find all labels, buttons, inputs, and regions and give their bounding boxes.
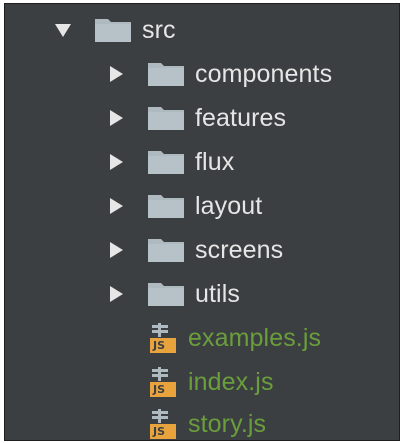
tree-folder-utils[interactable]: utils	[106, 272, 240, 316]
folder-icon	[148, 106, 184, 130]
tree-folder-screens[interactable]: screens	[106, 228, 283, 272]
tree-file-examples-js[interactable]: JS examples.js	[150, 316, 321, 360]
chevron-right-icon[interactable]	[106, 108, 126, 128]
js-file-icon: JS	[150, 409, 178, 439]
folder-icon	[148, 238, 184, 262]
folder-icon	[148, 282, 184, 306]
tree-file-label: index.js	[188, 367, 274, 396]
tree-folder-label: screens	[195, 235, 284, 264]
tree-file-index-js[interactable]: JS index.js	[150, 360, 274, 404]
tree-folder-label: features	[195, 103, 287, 132]
tree-folder-src[interactable]: src	[53, 8, 176, 52]
chevron-right-icon[interactable]	[106, 152, 126, 172]
folder-icon	[148, 62, 184, 86]
js-badge-label: JS	[153, 339, 166, 352]
folder-icon	[148, 150, 184, 174]
tree-folder-components[interactable]: components	[106, 52, 332, 96]
js-file-icon: JS	[150, 323, 178, 353]
project-tree-panel: src components features flux layout scre…	[4, 3, 400, 441]
tree-folder-flux[interactable]: flux	[106, 140, 234, 184]
tree-folder-label: src	[142, 15, 176, 44]
js-badge-label: JS	[153, 383, 166, 396]
tree-folder-label: layout	[195, 191, 263, 220]
tree-folder-label: utils	[195, 279, 240, 308]
tree-folder-label: flux	[195, 147, 235, 176]
tree-folder-features[interactable]: features	[106, 96, 286, 140]
chevron-right-icon[interactable]	[106, 284, 126, 304]
tree-file-label: story.js	[188, 409, 267, 438]
tree-file-story-js[interactable]: JS story.js	[150, 402, 267, 440]
folder-icon	[148, 194, 184, 218]
tree-folder-label: components	[195, 59, 333, 88]
js-file-icon: JS	[150, 367, 178, 397]
tree-file-label: examples.js	[188, 323, 322, 352]
chevron-right-icon[interactable]	[106, 64, 126, 84]
tree-folder-layout[interactable]: layout	[106, 184, 262, 228]
chevron-right-icon[interactable]	[106, 240, 126, 260]
chevron-down-icon[interactable]	[53, 20, 73, 40]
folder-icon	[95, 18, 131, 42]
js-badge-label: JS	[153, 425, 166, 438]
chevron-right-icon[interactable]	[106, 196, 126, 216]
